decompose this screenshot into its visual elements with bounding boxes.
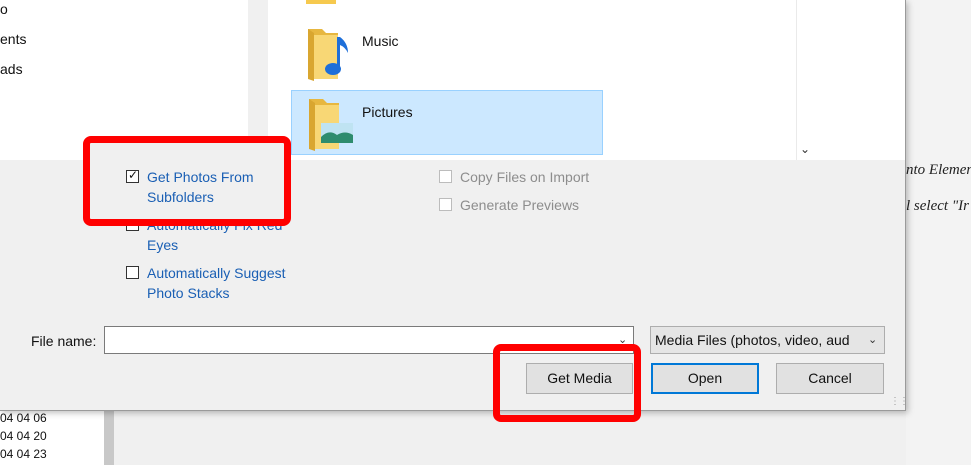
checkbox xyxy=(439,198,452,211)
list-item-label: Music xyxy=(362,33,399,49)
checkmark-icon: ✓ xyxy=(128,168,139,182)
option-label[interactable]: Automatically Suggest Photo Stacks xyxy=(147,263,297,303)
background-list-item: 04 04 20 xyxy=(0,429,47,443)
filetype-select[interactable]: Media Files (photos, video, aud xyxy=(650,326,885,354)
option-generate-previews: Generate Previews xyxy=(439,195,579,215)
chevron-down-icon[interactable]: ⌄ xyxy=(868,333,877,346)
option-copy-files-on-import: Copy Files on Import xyxy=(439,167,589,187)
file-list-scrollbar[interactable] xyxy=(796,0,817,160)
resize-grip-icon[interactable]: ⋮⋮ xyxy=(890,396,909,407)
background-list-item: 04 04 06 xyxy=(0,411,47,425)
background-list-item: 04 04 23 xyxy=(0,447,47,461)
file-list-margin xyxy=(816,0,905,160)
list-item-label: Pictures xyxy=(362,104,413,120)
background-list: 04 04 06 04 04 20 04 04 23 xyxy=(0,410,105,465)
pictures-folder-icon xyxy=(309,99,353,151)
nav-item-documents[interactable]: ents xyxy=(0,31,26,47)
checkbox[interactable]: ✓ xyxy=(126,168,139,183)
filename-label: File name: xyxy=(31,333,97,349)
background-text-line: nto Elemen xyxy=(906,162,971,178)
nav-item-downloads[interactable]: ads xyxy=(0,61,23,77)
cancel-button[interactable]: Cancel xyxy=(776,363,884,394)
checkbox xyxy=(439,170,452,183)
list-item-pictures[interactable]: Pictures xyxy=(291,90,603,155)
music-folder-icon xyxy=(308,29,348,81)
scroll-down-icon[interactable]: ⌄ xyxy=(800,142,810,156)
option-label: Copy Files on Import xyxy=(460,169,590,185)
option-label[interactable]: Get Photos From Subfolders xyxy=(147,167,297,207)
checkbox[interactable] xyxy=(126,266,139,279)
background-text-line: l select "Ir xyxy=(906,198,969,214)
option-label: Generate Previews xyxy=(460,197,580,213)
option-get-photos-subfolders-highlighted[interactable]: ✓ Get Photos From Subfolders xyxy=(126,167,297,207)
folder-icon xyxy=(306,0,336,4)
open-button[interactable]: Open xyxy=(651,363,759,394)
background-scrollbar[interactable] xyxy=(104,410,114,465)
option-auto-suggest-stacks[interactable]: Automatically Suggest Photo Stacks xyxy=(126,263,297,303)
annotation-highlight-box xyxy=(493,344,641,422)
list-item-music[interactable]: Music xyxy=(304,25,504,83)
get-media-dialog: o ents ads ⌄ Music xyxy=(0,0,909,422)
background-document-panel: nto Elemen l select "Ir xyxy=(906,0,971,465)
annotation-highlight-box: ✓ Get Photos From Subfolders xyxy=(83,136,291,226)
nav-item-videos[interactable]: o xyxy=(0,1,8,17)
